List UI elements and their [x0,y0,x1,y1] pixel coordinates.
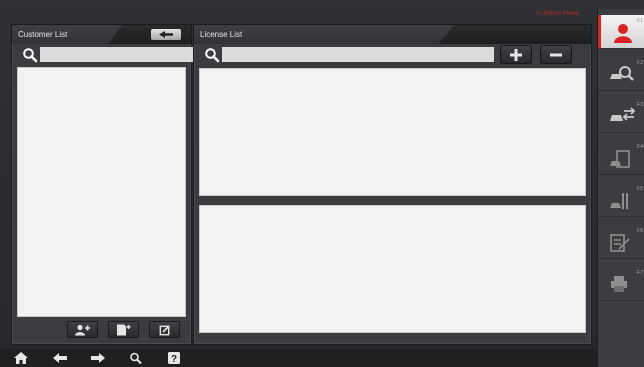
arrow-right-icon[interactable] [91,352,105,364]
shortcut-key-label: F2 [637,60,643,66]
edit-button[interactable] [149,321,180,338]
clipboard-car-icon [610,150,630,168]
shortcut-key-label: F4 [637,144,643,150]
plus-icon [510,48,522,61]
sidebar-item-vehicle-transfer[interactable]: F3 [598,99,644,133]
arrow-left-icon[interactable] [53,352,67,364]
car-search-icon [610,66,634,81]
svg-text:?: ? [171,354,177,364]
license-list-bottom[interactable] [199,205,586,333]
collapse-back-button[interactable] [151,29,181,40]
sidebar-item-vehicle-search[interactable]: F2 [598,57,644,91]
magnifier-icon[interactable] [129,352,143,364]
customer-panel-header: Customer List [12,25,191,44]
add-person-icon [74,324,90,335]
search-icon[interactable] [204,47,220,63]
bottom-navigation-bar: ? [0,349,597,367]
customer-list-panel: Customer List [11,24,193,345]
sidebar-item-print[interactable]: F7 [598,267,644,301]
license-search-input[interactable] [222,47,494,62]
shortcut-key-label: F5 [637,186,643,192]
car-transfer-icon [610,107,636,121]
mode-status-text: In Select Mode [536,11,579,17]
shortcut-key-label: F1 [637,18,643,24]
add-customer-button[interactable] [67,321,98,338]
license-list-top[interactable] [199,68,586,196]
license-list-title: License List [200,30,243,39]
add-document-button[interactable] [108,321,139,338]
home-icon[interactable] [14,352,28,364]
shortcut-key-label: F7 [637,270,643,276]
license-panel-header: License List [194,25,591,44]
edit-list-icon [610,234,630,252]
customer-search-input[interactable] [40,47,193,62]
edit-icon [159,324,170,335]
sidebar-item-inspection[interactable]: F4 [598,141,644,175]
sidebar-item-edit-records[interactable]: F6 [598,225,644,259]
person-icon [614,24,632,43]
repair-tools-icon [610,193,628,209]
remove-license-button[interactable] [540,45,572,64]
sidebar-item-repairs[interactable]: F5 [598,183,644,217]
customer-list[interactable] [17,67,186,317]
license-list-panel: License List [193,24,592,345]
customer-search-row [22,46,193,64]
back-arrow-icon [159,31,173,38]
customer-list-title: Customer List [18,30,68,39]
license-search-row [204,46,494,64]
add-license-button[interactable] [500,45,532,64]
minus-icon [550,53,562,56]
add-document-icon [116,324,130,335]
shortcut-key-label: F6 [637,228,643,234]
printer-icon [611,276,627,292]
function-sidebar: F1 F2 F3 F4 F5 F6 F7 [597,9,644,367]
sidebar-item-customers[interactable]: F1 [598,15,644,49]
app-window: In Select Mode Customer List License Lis… [0,0,644,367]
shortcut-key-label: F3 [637,102,643,108]
search-icon[interactable] [22,47,38,63]
help-icon[interactable]: ? [167,352,181,364]
